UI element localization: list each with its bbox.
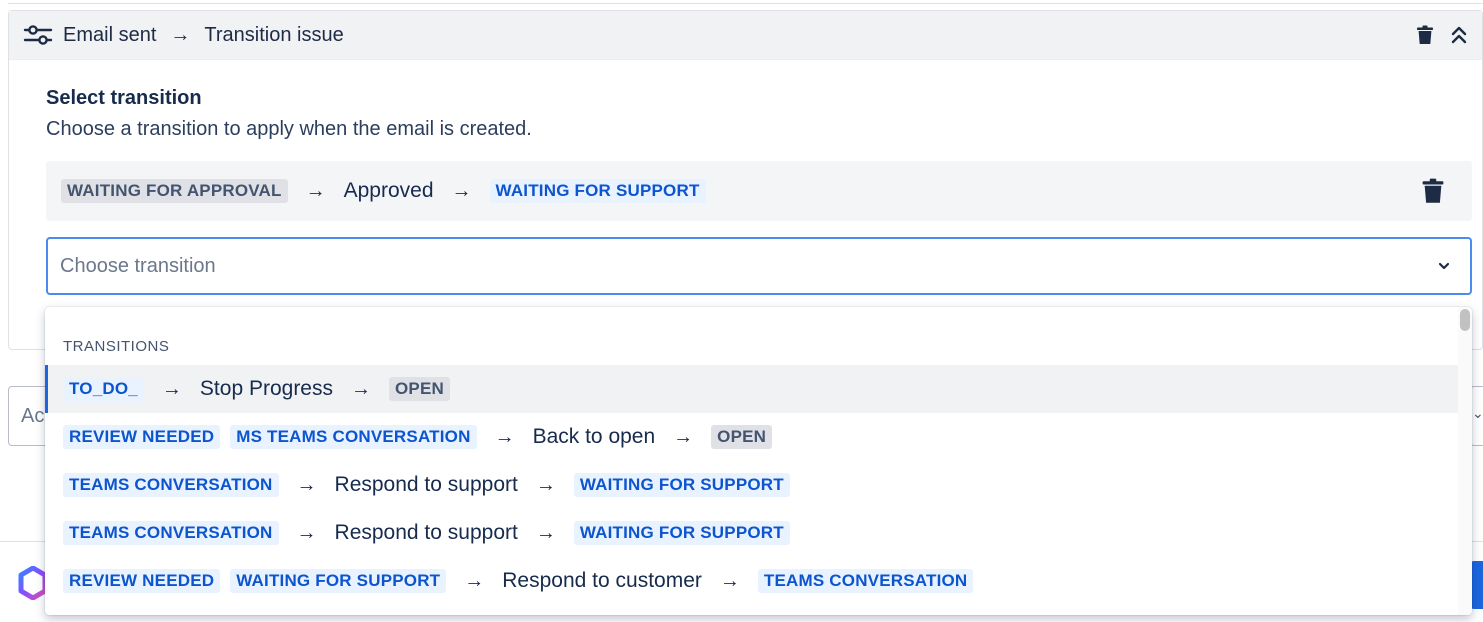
from-status-lozenge: REVIEW NEEDED	[63, 425, 221, 449]
remove-transition-button[interactable]	[1420, 178, 1446, 204]
hexagon-logo-icon	[18, 566, 48, 600]
transition-option[interactable]: TO_DO_ → Stop Progress → OPEN	[45, 365, 1459, 413]
page: Email sent → Transition issue Select tra…	[0, 0, 1483, 622]
from-status-lozenge: REVIEW NEEDED	[63, 569, 221, 593]
to-status-lozenge: WAITING FOR SUPPORT	[489, 179, 706, 203]
from-status-lozenge: MS TEAMS CONVERSATION	[230, 425, 477, 449]
arrow-right-icon: →	[296, 473, 317, 496]
transition-name: Respond to support	[334, 473, 518, 496]
section-description: Choose a transition to apply when the em…	[46, 118, 532, 140]
arrow-right-icon: →	[494, 425, 515, 448]
arrow-right-icon: →	[451, 179, 472, 202]
to-status-lozenge: OPEN	[711, 425, 773, 449]
chevron-down-icon[interactable]	[1424, 246, 1464, 286]
sliders-icon	[23, 23, 53, 47]
action-label: Transition issue	[204, 23, 344, 46]
chevrons-up-icon	[1451, 26, 1467, 44]
choose-transition-input[interactable]	[60, 254, 1424, 278]
arrow-right-icon: →	[305, 179, 326, 202]
from-status-lozenge: WAITING FOR SUPPORT	[230, 569, 447, 593]
trash-icon	[1417, 25, 1433, 44]
arrow-right-icon: →	[161, 377, 182, 400]
transition-name: Approved	[343, 179, 434, 202]
arrow-right-icon: →	[673, 425, 694, 448]
arrow-right-icon: →	[719, 569, 740, 592]
section-title: Select transition	[46, 87, 202, 109]
transition-name: Respond to support	[334, 521, 518, 544]
transition-option[interactable]: TEAMS CONVERSATION → Respond to support → WA…	[45, 509, 1459, 557]
choose-transition-select[interactable]	[46, 237, 1472, 295]
rule-panel: Email sent → Transition issue Select tra…	[8, 10, 1483, 350]
from-status-lozenge: TEAMS CONVERSATION	[63, 473, 279, 497]
selected-transition: WAITING FOR APPROVAL → Approved → WAITIN…	[46, 161, 1472, 221]
scrollbar-thumb[interactable]	[1460, 309, 1470, 331]
arrow-right-icon: →	[296, 521, 317, 544]
arrow-right-icon: →	[351, 377, 371, 400]
previous-section-edge	[8, 0, 1483, 4]
panel-header[interactable]: Email sent → Transition issue	[9, 11, 1482, 60]
arrow-right-icon: →	[535, 473, 556, 496]
arrow-right-icon: →	[535, 521, 556, 544]
transition-option[interactable]: REVIEW NEEDED MS TEAMS CONVERSATION → Back …	[45, 413, 1459, 461]
chevron-down-icon: ⌄	[1472, 405, 1483, 421]
trigger-label: Email sent	[63, 23, 157, 46]
trash-icon	[1422, 178, 1444, 203]
menu-scrollbar[interactable]	[1458, 307, 1472, 615]
transition-name: Back to open	[532, 425, 656, 448]
from-status-lozenge: WAITING FOR APPROVAL	[61, 179, 288, 203]
to-status-lozenge: TEAMS CONVERSATION	[757, 569, 974, 593]
collapse-button[interactable]	[1450, 24, 1468, 46]
to-status-lozenge: OPEN	[389, 377, 450, 401]
arrow-right-icon: →	[170, 23, 191, 46]
transition-option[interactable]: REVIEW NEEDED WAITING FOR SUPPORT → Respond…	[45, 557, 1459, 605]
from-status-lozenge: TO_DO_	[63, 377, 144, 401]
transition-name: Respond to customer	[502, 569, 702, 592]
arrow-right-icon: →	[464, 569, 485, 592]
transition-name: Stop Progress	[199, 377, 333, 400]
transition-option[interactable]: TEAMS CONVERSATION → Respond to support → WA…	[45, 461, 1459, 509]
delete-rule-button[interactable]	[1414, 24, 1436, 46]
to-status-lozenge: WAITING FOR SUPPORT	[573, 473, 790, 497]
menu-group-label: TRANSITIONS	[63, 338, 170, 355]
transition-dropdown-menu: TRANSITIONS TO_DO_ → Stop Progress → OPEN REV…	[45, 307, 1472, 615]
to-status-lozenge: WAITING FOR SUPPORT	[573, 521, 790, 545]
from-status-lozenge: TEAMS CONVERSATION	[63, 521, 279, 545]
